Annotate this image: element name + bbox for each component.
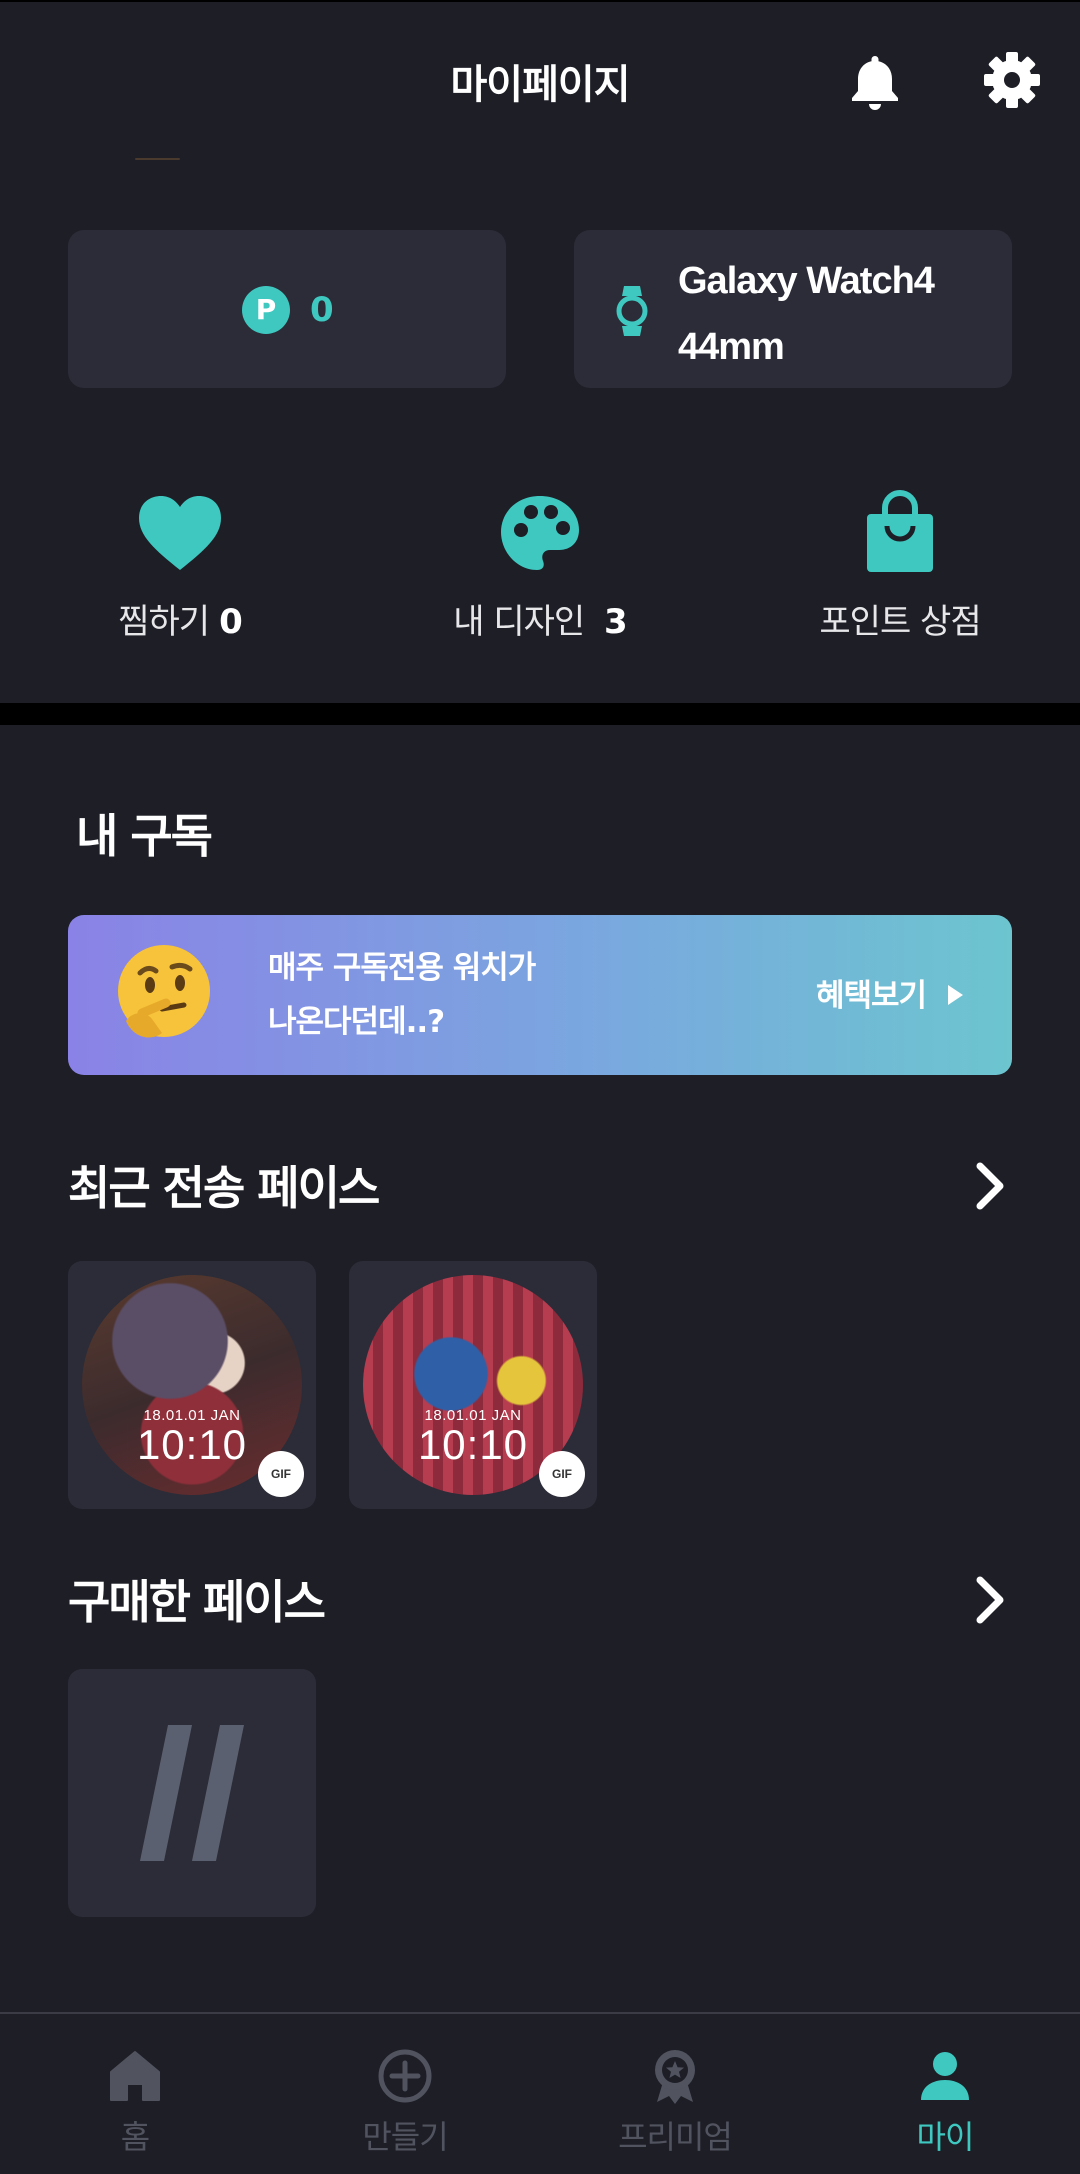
wishlist-button[interactable]: 찜하기 0 [30,490,330,643]
nav-premium-label: 프리미엄 [618,2118,733,2156]
nav-my[interactable]: 마이 [810,2014,1080,2174]
watch-icon [616,286,648,336]
app-header: 마이페이지 [0,0,1080,160]
heart-icon [139,496,221,570]
palette-icon [501,496,579,570]
play-arrow-icon [948,985,963,1005]
nav-premium[interactable]: 프리미엄 [540,2014,810,2174]
decorative-smudge [135,158,180,160]
recent-faces-title: 최근 전송 페이스 [68,1161,380,1215]
placeholder-logo-icon [140,1725,244,1861]
p-badge-icon: P [242,286,290,334]
my-designs-count: 3 [604,602,628,642]
award-icon [655,2050,695,2104]
nav-my-label: 마이 [916,2118,975,2156]
watch-face-tile[interactable]: 18.01.01 JAN 10:10 GIF [68,1261,316,1509]
purchased-face-placeholder[interactable] [68,1669,316,1917]
page-title: 마이페이지 [450,62,631,108]
wishlist-text: 찜하기 [118,602,210,642]
my-designs-button[interactable]: 내 디자인 3 [390,490,690,643]
purchased-faces-title: 구매한 페이스 [68,1575,326,1629]
device-card[interactable]: Galaxy Watch4 44mm [574,230,1012,388]
wishlist-count: 0 [219,602,243,642]
subscription-banner[interactable]: 매주 구독전용 워치가 나온다던데..? 혜택보기 [68,915,1012,1075]
banner-line-1: 매주 구독전용 워치가 [268,950,536,986]
benefits-button[interactable]: 혜택보기 [816,971,927,1021]
subscription-title: 내 구독 [76,809,213,863]
watch-face-tile[interactable]: 18.01.01 JAN 10:10 GIF [349,1261,597,1509]
section-divider [0,703,1080,725]
nav-create[interactable]: 만들기 [270,2014,540,2174]
gif-badge: GIF [258,1451,304,1497]
home-icon [110,2051,160,2101]
plus-circle-icon [378,2049,432,2103]
my-designs-text: 내 디자인 [453,602,585,642]
gif-badge: GIF [539,1451,585,1497]
bottom-nav: 홈 만들기 프리미엄 마이 [0,2012,1080,2174]
point-shop-label: 포인트 상점 [819,602,981,642]
points-card[interactable]: P 0 [68,230,506,388]
banner-text: 매주 구독전용 워치가 나온다던데..? [268,941,628,1049]
gear-icon[interactable] [982,50,1042,110]
thinking-face-emoji [118,945,210,1038]
point-shop-button[interactable]: 포인트 상점 [750,490,1050,643]
nav-home[interactable]: 홈 [0,2014,270,2174]
chevron-right-icon[interactable] [970,1156,1010,1216]
banner-line-2: 나온다던데..? [268,1004,445,1040]
wishlist-label: 찜하기 0 [30,594,330,643]
chevron-right-icon[interactable] [970,1570,1010,1630]
nav-home-label: 홈 [120,2118,150,2156]
bell-icon[interactable] [848,52,902,112]
device-name: Galaxy Watch4 44mm [678,260,935,368]
shopping-bag-icon [867,490,933,572]
person-icon [921,2052,969,2100]
points-value: 0 [310,290,334,330]
my-designs-label: 내 디자인 3 [390,594,690,643]
nav-create-label: 만들기 [362,2118,448,2156]
